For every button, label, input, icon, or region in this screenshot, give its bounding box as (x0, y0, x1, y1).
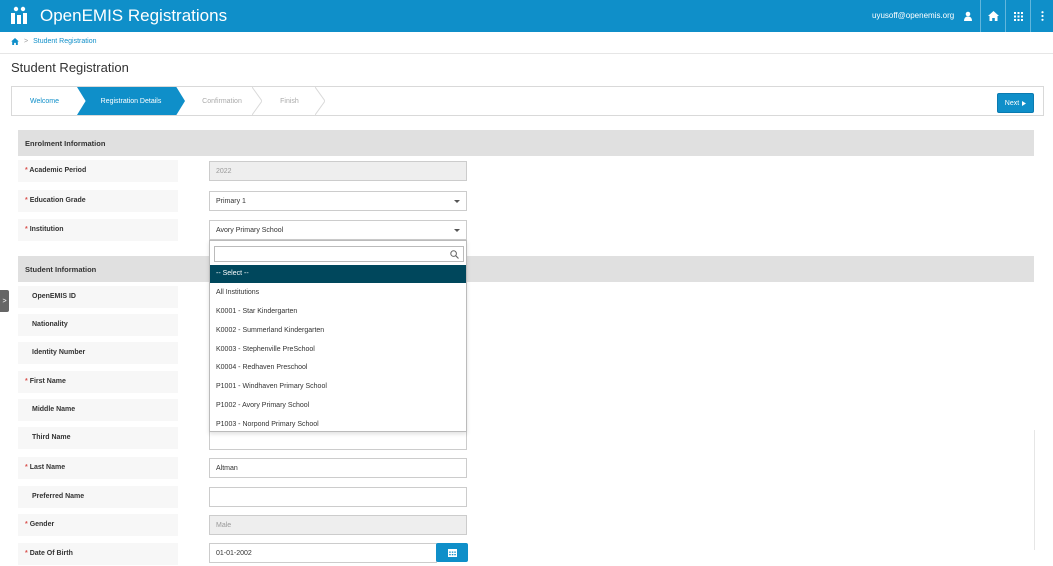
breadcrumb-separator: > (24, 38, 29, 45)
gender-label: * Gender (18, 514, 178, 536)
user-email[interactable]: uyusoff@openemis.org (872, 11, 954, 20)
education-grade-select[interactable]: Primary 1 (209, 191, 467, 211)
content-border (1034, 430, 1035, 550)
logo-icon (11, 6, 27, 24)
breadcrumb: > Student Registration (11, 38, 97, 45)
dropdown-search-input[interactable] (214, 246, 464, 262)
nationality-label: Nationality (18, 314, 178, 336)
academic-period-field: 2022 (209, 161, 467, 181)
more-icon[interactable] (1034, 8, 1050, 24)
grid-icon[interactable] (1010, 8, 1026, 24)
next-button[interactable]: Next (997, 93, 1034, 113)
side-panel-toggle[interactable]: > (0, 290, 9, 312)
academic-period-label: * Academic Period (18, 160, 178, 182)
home-icon[interactable] (11, 38, 19, 45)
next-button-label: Next (1004, 99, 1020, 107)
search-icon (450, 250, 459, 259)
third-name-label: Third Name (18, 427, 178, 449)
page-title: Student Registration (11, 60, 129, 75)
top-bar: OpenEMIS Registrations uyusoff@openemis.… (0, 0, 1053, 32)
step-finish[interactable]: Finish (257, 87, 322, 115)
user-icon[interactable] (960, 8, 976, 24)
section-student-header: Student Information (18, 256, 1034, 282)
dob-input[interactable]: 01-01-2002 (209, 543, 437, 563)
dropdown-option[interactable]: P1001 - Windhaven Primary School (210, 378, 466, 396)
caret-right-icon (1022, 100, 1027, 106)
institution-label: * Institution (18, 219, 178, 241)
dropdown-option[interactable]: P1003 - Norpond Primary School (210, 416, 466, 434)
breadcrumb-divider (0, 53, 1053, 54)
calendar-button[interactable] (436, 543, 468, 562)
dropdown-option[interactable]: All Institutions (210, 284, 466, 302)
step-welcome[interactable]: Welcome (12, 87, 77, 115)
dropdown-option[interactable]: -- Select -- (210, 265, 466, 283)
header-divider (1030, 0, 1031, 32)
first-name-label: * First Name (18, 371, 178, 393)
gender-field: Male (209, 515, 467, 535)
preferred-name-label: Preferred Name (18, 486, 178, 508)
dropdown-option[interactable]: K0003 - Stephenville PreSchool (210, 341, 466, 359)
dropdown-option[interactable]: K0004 - Redhaven Preschool (210, 359, 466, 377)
section-enrolment-header: Enrolment Information (18, 130, 1034, 156)
openemis-id-label: OpenEMIS ID (18, 286, 178, 308)
dob-label: * Date Of Birth (18, 543, 178, 565)
middle-name-label: Middle Name (18, 399, 178, 421)
dropdown-option[interactable]: P1002 - Avory Primary School (210, 397, 466, 415)
step-registration-details[interactable]: Registration Details (77, 87, 185, 115)
app-title: OpenEMIS Registrations (40, 6, 228, 25)
calendar-icon (447, 549, 457, 557)
header-divider (1005, 0, 1006, 32)
last-name-label: * Last Name (18, 457, 178, 479)
institution-select[interactable]: Avory Primary School (209, 220, 467, 240)
institution-dropdown: -- Select -- All Institutions K0001 - St… (209, 240, 467, 432)
last-name-input[interactable]: Altman (209, 458, 467, 478)
identity-number-label: Identity Number (18, 342, 178, 364)
step-chevron (315, 87, 325, 115)
dropdown-option[interactable]: K0001 - Star Kindergarten (210, 303, 466, 321)
chevron-down-icon (454, 229, 460, 232)
education-grade-label: * Education Grade (18, 190, 178, 212)
chevron-down-icon (454, 200, 460, 203)
step-confirmation[interactable]: Confirmation (182, 87, 262, 115)
home-icon[interactable] (985, 8, 1001, 24)
preferred-name-input[interactable] (209, 487, 467, 507)
header-divider (980, 0, 981, 32)
breadcrumb-current[interactable]: Student Registration (33, 38, 96, 45)
dropdown-option[interactable]: K0002 - Summerland Kindergarten (210, 322, 466, 340)
wizard-steps: Welcome Registration Details Confirmatio… (11, 86, 1044, 116)
